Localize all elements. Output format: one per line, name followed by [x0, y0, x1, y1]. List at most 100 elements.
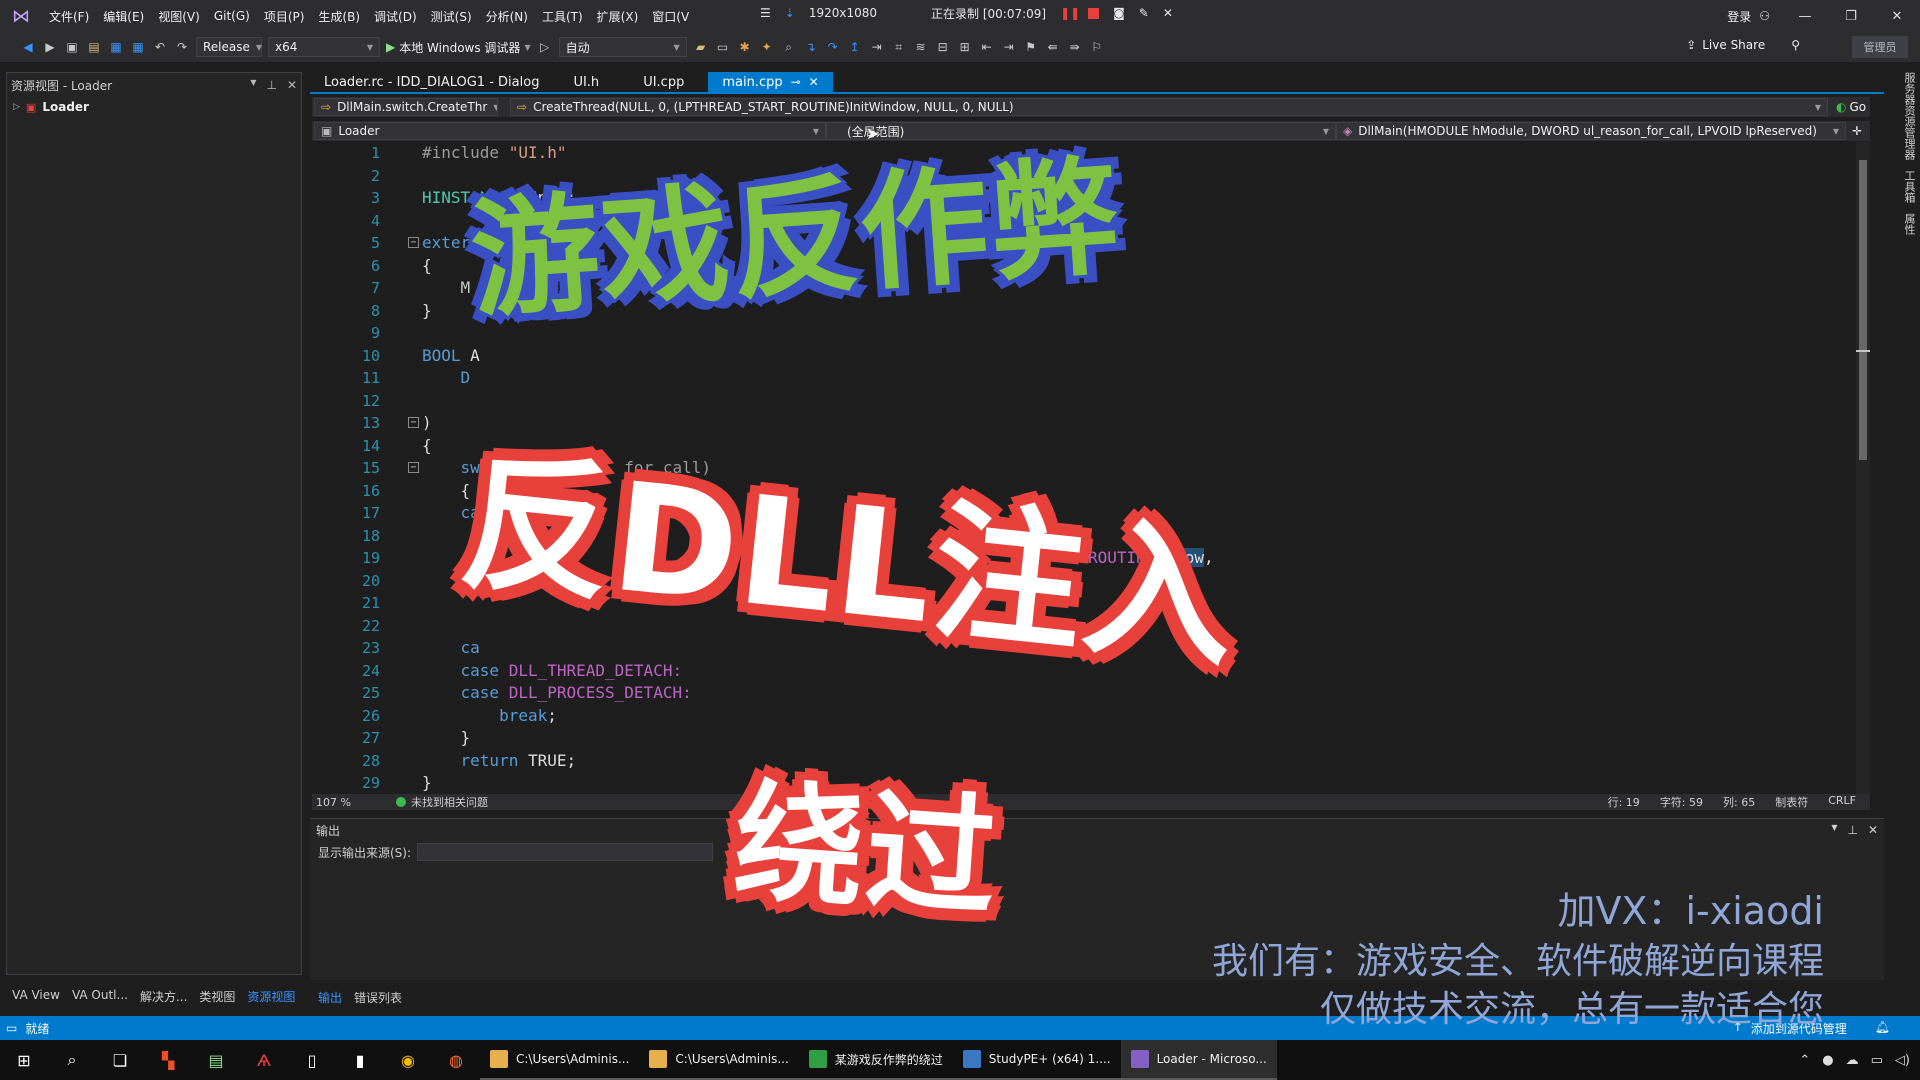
menu-analyze[interactable]: 分析(N) [479, 8, 535, 25]
threads-icon[interactable]: ≋ [913, 39, 929, 55]
tab-va-view[interactable]: VA View [6, 986, 66, 1007]
cloud-icon[interactable]: ☁ [1846, 1053, 1859, 1068]
chevron-down-icon[interactable]: ▼ [250, 78, 256, 92]
taskbar-window-studype[interactable]: StudyPE+ (x64) 1.... [952, 1040, 1121, 1080]
new-project-icon[interactable]: ▣ [64, 39, 80, 55]
menu-build[interactable]: 生成(B) [311, 8, 367, 25]
menu-debug[interactable]: 调试(D) [367, 8, 424, 25]
fold-toggle-icon[interactable]: − [408, 462, 419, 473]
file-icon[interactable]: ▯ [288, 1040, 336, 1080]
login-area[interactable]: 登录 ⚇ [1727, 0, 1770, 32]
show-next-icon[interactable]: ⇥ [869, 39, 885, 55]
bookmark-icon[interactable]: ⚑ [1023, 39, 1039, 55]
search-icon[interactable]: ⌕ [48, 1040, 96, 1080]
debug-tool-icon[interactable]: ✱ [737, 39, 753, 55]
login-label[interactable]: 登录 [1727, 8, 1751, 25]
taskbar-window-explorer-1[interactable]: C:\Users\Adminis... [480, 1040, 640, 1080]
pen-icon[interactable]: ✎ [1139, 6, 1149, 20]
save-icon[interactable]: ▦ [108, 39, 124, 55]
uncomment-icon[interactable]: ⊞ [957, 39, 973, 55]
redo-icon[interactable]: ↷ [174, 39, 190, 55]
feedback-icon[interactable]: ⚲ [1791, 38, 1800, 52]
configuration-select[interactable]: Release ▼ [196, 37, 262, 57]
scrollbar-thumb[interactable] [1859, 160, 1867, 460]
tab-server-explorer[interactable]: 服务器资源管理器 [1901, 72, 1917, 160]
menu-extensions[interactable]: 扩展(X) [590, 8, 646, 25]
pin-icon[interactable]: ⇣ [785, 6, 795, 20]
pin-icon[interactable]: ⊥ [1847, 823, 1857, 837]
tab-resource-view[interactable]: 资源视图 [241, 986, 301, 1007]
folder-icon[interactable]: ▰ [693, 39, 709, 55]
forward-icon[interactable]: ▶ [42, 39, 58, 55]
pause-icon[interactable]: ❚❚ [1060, 6, 1080, 20]
tab-toolbox[interactable]: 工具箱 [1901, 170, 1917, 203]
camera-icon[interactable]: ◙ [1113, 6, 1125, 20]
menu-test[interactable]: 测试(S) [424, 8, 479, 25]
step-out-icon[interactable]: ↥ [847, 39, 863, 55]
store-icon[interactable]: ▚ [144, 1040, 192, 1080]
menu-view[interactable]: 视图(V) [151, 8, 207, 25]
open-icon[interactable]: ▤ [86, 39, 102, 55]
screen-icon[interactable]: ▭ [715, 39, 731, 55]
app-red-icon[interactable]: Ѧ [240, 1040, 288, 1080]
pin-tab-icon[interactable]: ⊸ [791, 75, 801, 89]
save-all-icon[interactable]: ▦ [130, 39, 146, 55]
taskbar-window-notes[interactable]: 某游戏反作弊的绕过 [798, 1040, 953, 1080]
tab-properties[interactable]: 属性 [1901, 213, 1917, 235]
comment-icon[interactable]: ⊟ [935, 39, 951, 55]
close-recorder-icon[interactable]: ✕ [1163, 6, 1173, 20]
tab-output[interactable]: 输出 [312, 987, 348, 1008]
menu-file[interactable]: 文件(F) [42, 8, 96, 25]
close-icon[interactable]: ✕ [287, 78, 297, 92]
task-view-icon[interactable]: ❏ [96, 1040, 144, 1080]
tab-solution-explorer[interactable]: 解决方... [134, 986, 193, 1007]
scope-combo[interactable]: ⇨ DllMain.switch.CreateThr ▼ [314, 98, 498, 116]
notification-icon[interactable]: 🔔︎ [1875, 1020, 1890, 1037]
attach-icon[interactable]: ▷ [537, 39, 553, 55]
hex-icon[interactable]: ⌗ [891, 39, 907, 55]
close-icon[interactable]: ✕ [1868, 823, 1878, 837]
next-bookmark-icon[interactable]: ⇛ [1067, 39, 1083, 55]
user-icon[interactable]: ⚇ [1759, 9, 1770, 23]
taskbar-window-visual-studio[interactable]: Loader - Microso... [1120, 1040, 1277, 1080]
zoom-level[interactable]: 107 % [312, 796, 382, 809]
chevron-up-icon[interactable]: ⌃ [1799, 1053, 1810, 1068]
fold-toggle-icon[interactable]: − [408, 237, 419, 248]
go-button[interactable]: ◐ Go [1836, 100, 1866, 114]
chrome-icon[interactable]: ◉ [384, 1040, 432, 1080]
taskbar-window-explorer-2[interactable]: C:\Users\Adminis... [639, 1040, 799, 1080]
chevron-down-icon[interactable]: ▼ [1831, 823, 1837, 837]
find-icon[interactable]: ⌕ [781, 39, 797, 55]
menu-edit[interactable]: 编辑(E) [96, 8, 151, 25]
statement-combo[interactable]: ⇨ CreateThread(NULL, 0, (LPTHREAD_START_… [510, 98, 1828, 116]
indent-icon[interactable]: ⇤ [979, 39, 995, 55]
menu-window[interactable]: 窗口(V [645, 8, 696, 25]
vertical-scrollbar[interactable] [1856, 142, 1870, 794]
tab-ui-cpp[interactable]: UI.cpp [619, 72, 708, 92]
tab-loader-rc[interactable]: Loader.rc - IDD_DIALOG1 - Dialog [310, 72, 553, 92]
windows-start-icon[interactable]: ⊞ [0, 1040, 48, 1080]
step-over-icon[interactable]: ↷ [825, 39, 841, 55]
undo-icon[interactable]: ↶ [152, 39, 168, 55]
function-combo[interactable]: ◈ DllMain(HMODULE hModule, DWORD ul_reas… [1336, 122, 1846, 140]
tab-main-cpp[interactable]: main.cpp ⊸ ✕ [708, 72, 833, 92]
tabs-indicator[interactable]: 制表符 [1775, 794, 1808, 810]
minimize-icon[interactable]: — [1782, 0, 1828, 32]
notepad-plus-icon[interactable]: ▤ [192, 1040, 240, 1080]
output-source-select[interactable] [417, 843, 714, 861]
live-share-button[interactable]: ⇪ Live Share ⚲ [1686, 38, 1800, 52]
network-icon[interactable]: ▭ [1871, 1053, 1883, 1068]
prev-bookmark-icon[interactable]: ⇚ [1045, 39, 1061, 55]
eol-indicator[interactable]: CRLF [1828, 794, 1856, 810]
menu-project[interactable]: 项目(P) [257, 8, 312, 25]
fold-toggle-icon[interactable]: − [408, 417, 419, 428]
split-icon[interactable]: ✛ [1852, 124, 1862, 138]
microphone-icon[interactable]: ● [1822, 1053, 1833, 1068]
tab-error-list[interactable]: 错误列表 [348, 987, 408, 1008]
pin-icon[interactable]: ⊥ [266, 78, 276, 92]
start-debugging-button[interactable]: ▶ 本地 Windows 调试器 ▼ [386, 39, 531, 56]
document-icon[interactable]: ▮ [336, 1040, 384, 1080]
breakpoint-tool-icon[interactable]: ✦ [759, 39, 775, 55]
restore-icon[interactable]: ❐ [1828, 0, 1874, 32]
menu-git[interactable]: Git(G) [207, 9, 257, 23]
